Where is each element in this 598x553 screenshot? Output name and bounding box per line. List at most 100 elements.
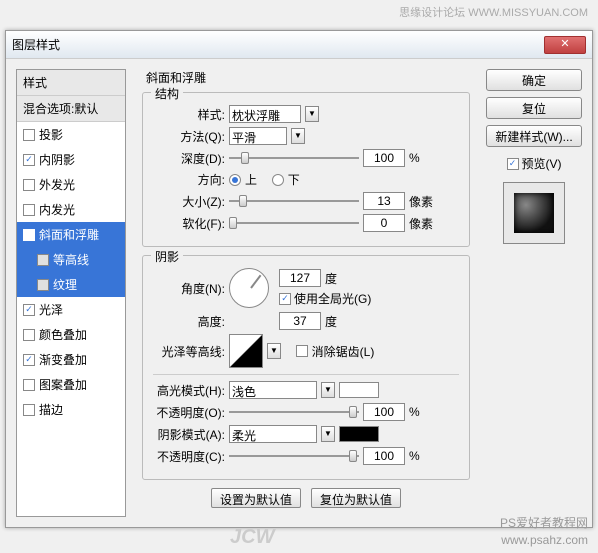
checkbox[interactable] [23,329,35,341]
shadow-opacity-input[interactable] [363,447,405,465]
blend-options-header[interactable]: 混合选项:默认 [17,96,125,122]
style-list: 投影 内阴影 外发光 内发光 斜面和浮雕 等高线 纹理 光泽 颜色叠加 渐变叠加… [17,122,125,516]
shadow-mode-select[interactable]: 柔光 [229,425,317,443]
shadow-color[interactable] [339,426,379,442]
settings-panel: 斜面和浮雕 结构 样式: 枕状浮雕▼ 方法(Q): 平滑▼ 深度(D): % [136,69,476,517]
size-input[interactable] [363,192,405,210]
style-item-inner-shadow[interactable]: 内阴影 [17,147,125,172]
dialog-title: 图层样式 [12,36,544,53]
angle-label: 角度(N): [153,280,225,297]
shadow-opacity-label: 不透明度(C): [153,448,225,465]
altitude-unit: 度 [325,313,337,330]
shading-legend: 阴影 [151,248,183,265]
style-item-inner-glow[interactable]: 内发光 [17,197,125,222]
dropdown-arrow-icon[interactable]: ▼ [267,343,281,359]
style-item-drop-shadow[interactable]: 投影 [17,122,125,147]
angle-wheel[interactable] [229,268,269,308]
soften-label: 软化(F): [153,215,225,232]
checkbox[interactable] [23,379,35,391]
soften-input[interactable] [363,214,405,232]
highlight-mode-label: 高光模式(H): [153,382,225,399]
reset-button[interactable]: 复位 [486,97,582,119]
checkbox[interactable] [23,179,35,191]
layer-style-dialog: 图层样式 ✕ 样式 混合选项:默认 投影 内阴影 外发光 内发光 斜面和浮雕 等… [5,30,593,528]
depth-slider[interactable] [229,151,359,165]
angle-input[interactable] [279,269,321,287]
watermark-bottom-1: PS爱好者教程网 [500,514,588,531]
set-default-button[interactable]: 设置为默认值 [211,488,301,508]
checkbox[interactable] [37,279,49,291]
highlight-opacity-input[interactable] [363,403,405,421]
checkbox[interactable] [23,154,35,166]
watermark-top: 思缘设计论坛 WWW.MISSYUAN.COM [399,4,588,20]
section-title: 斜面和浮雕 [146,69,470,86]
styles-header[interactable]: 样式 [17,70,125,96]
size-label: 大小(Z): [153,193,225,210]
dropdown-arrow-icon[interactable]: ▼ [305,106,319,122]
style-item-outer-glow[interactable]: 外发光 [17,172,125,197]
style-item-satin[interactable]: 光泽 [17,297,125,322]
watermark-bottom-2: www.psahz.com [501,533,588,547]
depth-input[interactable] [363,149,405,167]
checkbox[interactable] [23,304,35,316]
preview-label: 预览(V) [522,155,562,172]
dropdown-arrow-icon[interactable]: ▼ [321,426,335,442]
style-item-contour[interactable]: 等高线 [17,247,125,272]
style-select[interactable]: 枕状浮雕 [229,105,301,123]
checkbox[interactable] [23,129,35,141]
titlebar: 图层样式 ✕ [6,31,592,59]
altitude-input[interactable] [279,312,321,330]
angle-unit: 度 [325,270,337,287]
style-item-bevel-emboss[interactable]: 斜面和浮雕 [17,222,125,247]
antialias-label: 消除锯齿(L) [312,343,375,360]
soften-slider[interactable] [229,216,359,230]
size-slider[interactable] [229,194,359,208]
style-item-texture[interactable]: 纹理 [17,272,125,297]
checkbox[interactable] [23,404,35,416]
close-button[interactable]: ✕ [544,36,586,54]
shadow-opacity-slider[interactable] [229,449,359,463]
depth-label: 深度(D): [153,150,225,167]
new-style-button[interactable]: 新建样式(W)... [486,125,582,147]
direction-up-radio[interactable] [229,174,241,186]
highlight-color[interactable] [339,382,379,398]
depth-unit: % [409,151,420,165]
dropdown-arrow-icon[interactable]: ▼ [321,382,335,398]
checkbox[interactable] [37,254,49,266]
dropdown-arrow-icon[interactable]: ▼ [291,128,305,144]
method-select[interactable]: 平滑 [229,127,287,145]
highlight-opacity-label: 不透明度(O): [153,404,225,421]
ok-button[interactable]: 确定 [486,69,582,91]
highlight-opacity-slider[interactable] [229,405,359,419]
gloss-contour-picker[interactable] [229,334,263,368]
highlight-mode-select[interactable]: 浅色 [229,381,317,399]
checkbox[interactable] [23,354,35,366]
checkbox[interactable] [23,204,35,216]
checkbox[interactable] [23,229,35,241]
preview-thumbnail [503,182,565,244]
style-item-gradient-overlay[interactable]: 渐变叠加 [17,347,125,372]
gloss-contour-label: 光泽等高线: [153,343,225,360]
style-item-pattern-overlay[interactable]: 图案叠加 [17,372,125,397]
direction-down-radio[interactable] [272,174,284,186]
altitude-label: 高度: [153,313,225,330]
antialias-checkbox[interactable] [296,345,308,357]
structure-legend: 结构 [151,85,183,102]
shadow-opacity-unit: % [409,449,420,463]
watermark-jcw: JCW [230,526,274,549]
style-item-stroke[interactable]: 描边 [17,397,125,422]
highlight-opacity-unit: % [409,405,420,419]
shadow-mode-label: 阴影模式(A): [153,426,225,443]
global-light-label: 使用全局光(G) [294,290,371,307]
size-unit: 像素 [409,193,433,210]
style-item-color-overlay[interactable]: 颜色叠加 [17,322,125,347]
preview-checkbox[interactable] [507,158,519,170]
soften-unit: 像素 [409,215,433,232]
reset-default-button[interactable]: 复位为默认值 [311,488,401,508]
shading-fieldset: 阴影 角度(N): 度 使用全局光(G) [142,255,470,480]
structure-fieldset: 结构 样式: 枕状浮雕▼ 方法(Q): 平滑▼ 深度(D): % 方向: [142,92,470,247]
styles-panel: 样式 混合选项:默认 投影 内阴影 外发光 内发光 斜面和浮雕 等高线 纹理 光… [16,69,126,517]
direction-label: 方向: [153,171,225,188]
global-light-checkbox[interactable] [279,293,291,305]
style-label: 样式: [153,106,225,123]
